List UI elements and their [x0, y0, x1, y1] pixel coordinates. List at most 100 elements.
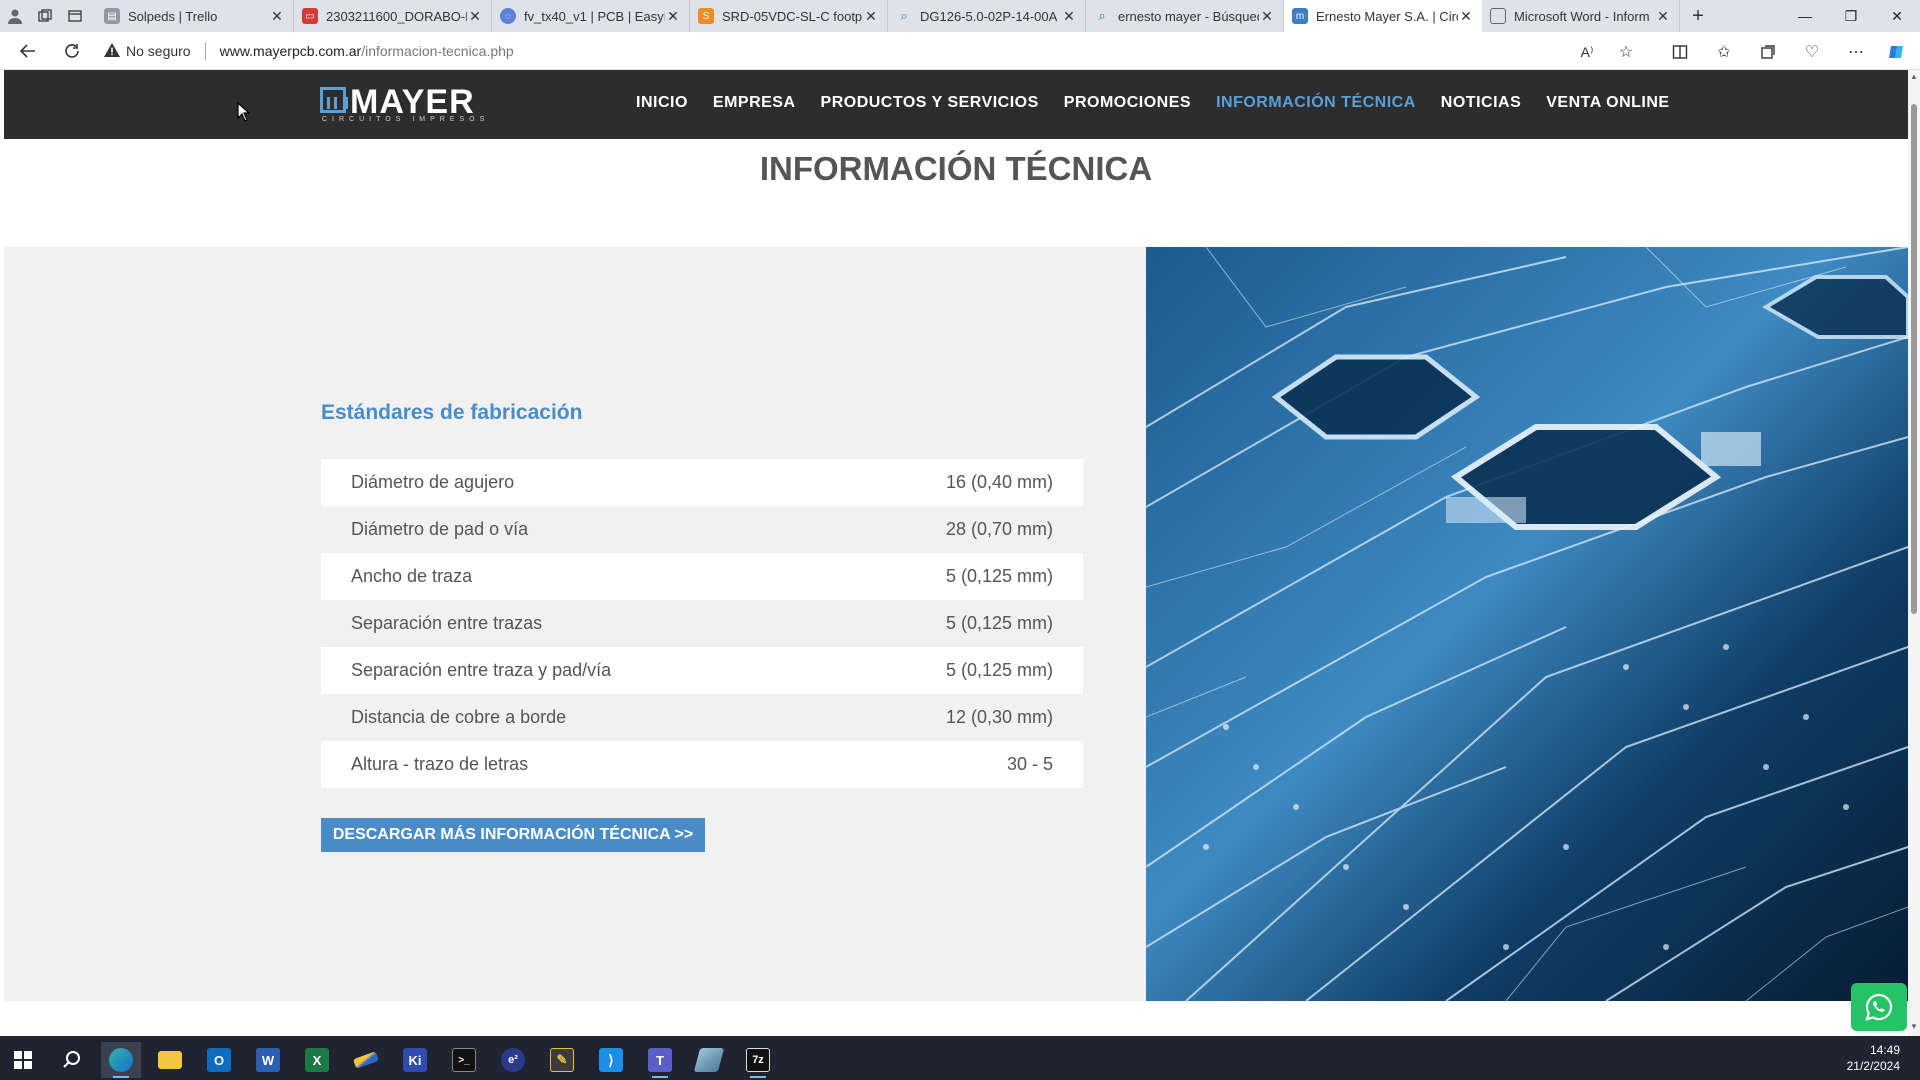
- menu-item-productos-y-servicios[interactable]: PRODUCTOS Y SERVICIOS: [821, 94, 1039, 112]
- main-menu: INICIO EMPRESA PRODUCTOS Y SERVICIOS PRO…: [636, 94, 1670, 112]
- close-tab-icon[interactable]: ✕: [665, 8, 681, 25]
- scroll-thumb[interactable]: [1911, 104, 1917, 614]
- browser-tab-active[interactable]: m Ernesto Mayer S.A. | Circ ✕: [1284, 0, 1482, 32]
- browser-tab[interactable]: ▤ Solpeds | Trello ✕: [96, 0, 294, 32]
- page-scrollbar[interactable]: ▲ ▼: [1908, 70, 1920, 1036]
- close-tab-icon[interactable]: ✕: [269, 8, 285, 25]
- whatsapp-icon: [1865, 993, 1893, 1021]
- collections-icon[interactable]: [1755, 39, 1781, 65]
- warning-icon[interactable]: [104, 42, 120, 60]
- windows-start-icon[interactable]: [3, 1042, 43, 1078]
- menu-item-venta-online[interactable]: VENTA ONLINE: [1546, 94, 1669, 112]
- search-icon[interactable]: [52, 1042, 92, 1078]
- spec-value: 16 (0,40 mm): [945, 472, 1053, 492]
- scroll-up-icon[interactable]: ▲: [1908, 72, 1920, 84]
- favorite-star-icon[interactable]: ☆: [1613, 39, 1639, 65]
- word-icon[interactable]: W: [248, 1042, 288, 1078]
- tab-title: SRD-05VDC-SL-C footpri: [722, 8, 863, 24]
- browser-essentials-icon[interactable]: ♡: [1799, 39, 1825, 65]
- folder-glyph: [158, 1051, 182, 1069]
- read-aloud-icon[interactable]: A⁾: [1574, 39, 1600, 65]
- drawing-app-icon[interactable]: [689, 1042, 729, 1078]
- kicad-glyph: Ki: [403, 1048, 427, 1072]
- menu-item-promociones[interactable]: PROMOCIONES: [1064, 94, 1191, 112]
- clock-time: 14:49: [1869, 1043, 1900, 1057]
- edge-icon[interactable]: [101, 1042, 141, 1078]
- browser-tab[interactable]: S SRD-05VDC-SL-C footpri ✕: [690, 0, 888, 32]
- browser-tab[interactable]: ⌕ DG126-5.0-02P-14-00A ✕: [888, 0, 1086, 32]
- table-row: Diámetro de agujero 16 (0,40 mm): [321, 459, 1083, 506]
- profile-icon[interactable]: [0, 0, 30, 32]
- scroll-down-icon[interactable]: ▼: [1908, 1022, 1920, 1034]
- browser-tab[interactable]: ◌ fv_tx40_v1 | PCB | EasyED ✕: [492, 0, 690, 32]
- spec-label: Diámetro de agujero: [351, 472, 515, 492]
- refresh-icon[interactable]: [54, 33, 90, 69]
- spec-value: 28 (0,70 mm): [945, 519, 1053, 539]
- e2-studio-icon[interactable]: e²: [493, 1042, 533, 1078]
- browser-tab[interactable]: ⌕ ernesto mayer - Búsqued ✕: [1086, 0, 1284, 32]
- menu-item-informacion-tecnica[interactable]: INFORMACIÓN TÉCNICA: [1216, 94, 1416, 112]
- table-row: Separación entre traza y pad/vía 5 (0,12…: [321, 647, 1083, 694]
- close-tab-icon[interactable]: ✕: [1259, 8, 1275, 25]
- menu-item-inicio[interactable]: INICIO: [636, 94, 688, 112]
- spec-value: 5 (0,125 mm): [945, 613, 1053, 633]
- close-tab-icon[interactable]: ✕: [467, 8, 483, 25]
- 7zip-icon[interactable]: 7z: [738, 1042, 778, 1078]
- spec-label: Altura - trazo de letras: [351, 754, 529, 774]
- file-explorer-icon[interactable]: [150, 1042, 190, 1078]
- browser-tab[interactable]: Microsoft Word - Inform ✕: [1482, 0, 1680, 32]
- search-icon: ⌕: [900, 8, 908, 23]
- minimize-icon[interactable]: —: [1782, 0, 1828, 32]
- close-tab-icon[interactable]: ✕: [863, 8, 879, 25]
- url-path[interactable]: /informacion-tecnica.php: [361, 43, 514, 59]
- snapeda-icon: S: [698, 8, 714, 24]
- e2-glyph: e²: [501, 1048, 525, 1072]
- bing-search-icon: ⌕: [1098, 8, 1106, 23]
- outlook-glyph: O: [207, 1048, 231, 1072]
- clock-date: 21/2/2024: [1846, 1059, 1900, 1073]
- mayer-logo[interactable]: MAYER CIRCUITOS IMPRESOS: [320, 83, 490, 125]
- back-icon[interactable]: [10, 33, 46, 69]
- menu-item-noticias[interactable]: NOTICIAS: [1441, 94, 1521, 112]
- more-options-icon[interactable]: ⋯: [1843, 39, 1869, 65]
- outlook-icon[interactable]: O: [199, 1042, 239, 1078]
- excel-icon[interactable]: X: [297, 1042, 337, 1078]
- close-tab-icon[interactable]: ✕: [1458, 8, 1474, 25]
- close-window-icon[interactable]: ✕: [1874, 0, 1920, 32]
- new-tab-icon[interactable]: +: [1680, 0, 1716, 32]
- restore-icon[interactable]: ❐: [1828, 0, 1874, 32]
- sketch-icon[interactable]: ✎: [542, 1042, 582, 1078]
- download-more-info-button[interactable]: DESCARGAR MÁS INFORMACIÓN TÉCNICA >>: [321, 818, 705, 852]
- pen-app-icon[interactable]: [346, 1042, 386, 1078]
- mouse-cursor-icon: [237, 101, 251, 127]
- page-bottom: [0, 1001, 1912, 1036]
- close-tab-icon[interactable]: ✕: [1655, 8, 1671, 25]
- 7zip-glyph: 7z: [746, 1048, 770, 1072]
- close-tab-icon[interactable]: ✕: [1061, 8, 1077, 25]
- table-row: Ancho de traza 5 (0,125 mm): [321, 553, 1083, 600]
- drawing-glyph: [693, 1048, 725, 1072]
- word-glyph: W: [256, 1048, 280, 1072]
- kicad-icon[interactable]: Ki: [395, 1042, 435, 1078]
- easyeda-icon: ◌: [500, 8, 516, 24]
- pen-glyph: [353, 1051, 379, 1069]
- teams-icon[interactable]: T: [640, 1042, 680, 1078]
- browser-tab[interactable]: ▭ 2303211600_DORABO-D ✕: [294, 0, 492, 32]
- url-host[interactable]: www.mayerpcb.com.ar: [220, 43, 362, 59]
- document-icon: [1490, 8, 1506, 24]
- vertical-tabs-icon[interactable]: [60, 0, 90, 32]
- table-row: Altura - trazo de letras 30 - 5: [321, 741, 1083, 788]
- whatsapp-button[interactable]: [1851, 983, 1907, 1031]
- favorites-icon[interactable]: ✩: [1711, 39, 1737, 65]
- vscode-icon[interactable]: ⟩: [591, 1042, 631, 1078]
- terminal-icon[interactable]: >_: [444, 1042, 484, 1078]
- copilot-icon[interactable]: [1884, 39, 1910, 65]
- system-clock[interactable]: 14:49 21/2/2024: [1847, 1042, 1900, 1074]
- security-label[interactable]: No seguro: [126, 43, 191, 59]
- specs-table: Diámetro de agujero 16 (0,40 mm) Diámetr…: [321, 459, 1083, 788]
- spec-label: Diámetro de pad o vía: [351, 519, 529, 539]
- split-screen-icon[interactable]: [1667, 39, 1693, 65]
- workspaces-icon[interactable]: [30, 0, 60, 32]
- url-bar[interactable]: No seguro www.mayerpcb.com.ar/informacio…: [104, 35, 1624, 67]
- menu-item-empresa[interactable]: EMPRESA: [713, 94, 796, 112]
